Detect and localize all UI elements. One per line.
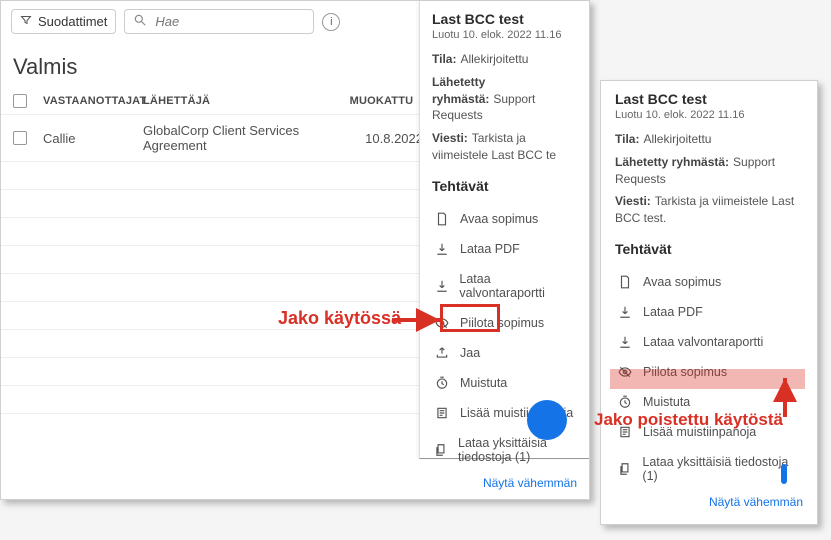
search-icon (133, 13, 147, 30)
row-modified: 10.8.2022 (353, 131, 423, 146)
download-icon (434, 279, 449, 293)
status-line: Tila:Allekirjoitettu (432, 51, 577, 68)
clock-icon (617, 395, 633, 409)
detail-panel-with-share: Last BCC test Luotu 10. elok. 2022 11.16… (419, 1, 589, 459)
row-checkbox[interactable] (13, 131, 27, 145)
header-sender[interactable]: LÄHETTÄJÄ (143, 95, 353, 107)
group-line: Lähetetty ryhmästä:Support Requests (432, 74, 577, 124)
select-all-checkbox[interactable] (13, 94, 27, 108)
clock-icon (434, 376, 450, 390)
task-download-pdf[interactable]: Lataa PDF (432, 234, 577, 264)
panel-title: Last BCC test (615, 91, 803, 107)
document-icon (617, 275, 633, 289)
filters-label: Suodattimet (38, 14, 107, 29)
detail-panel-without-share: Last BCC test Luotu 10. elok. 2022 11.16… (600, 80, 818, 525)
status-line: Tila:Allekirjoitettu (615, 131, 803, 148)
search-input[interactable] (153, 13, 293, 30)
task-remind[interactable]: Muistuta (432, 368, 577, 398)
panel-created: Luotu 10. elok. 2022 11.16 (615, 109, 803, 121)
download-icon (617, 305, 633, 319)
main-window: Suodattimet i Valmis VASTAANOTTAJAT LÄHE… (0, 0, 590, 500)
eye-off-icon (617, 365, 633, 379)
files-icon (617, 462, 632, 476)
files-icon (434, 443, 448, 457)
info-icon[interactable]: i (322, 13, 340, 31)
download-icon (617, 335, 633, 349)
tasks-heading: Tehtävät (615, 241, 803, 257)
task-hide-agreement[interactable]: Piilota sopimus (432, 308, 577, 338)
filter-icon (20, 14, 32, 29)
show-less-link[interactable]: Näytä vähemmän (432, 472, 577, 494)
note-icon (434, 406, 450, 420)
task-download-audit[interactable]: Lataa valvontaraportti (432, 264, 577, 308)
annotation-share-disabled: Jako poistettu käytöstä (594, 410, 783, 430)
scrollbar-indicator[interactable] (781, 464, 787, 484)
help-fab[interactable] (527, 400, 567, 440)
task-hide-agreement[interactable]: Piilota sopimus (615, 357, 803, 387)
task-open-agreement[interactable]: Avaa sopimus (615, 267, 803, 297)
document-icon (434, 212, 450, 226)
group-line: Lähetetty ryhmästä:Support Requests (615, 154, 803, 188)
task-share[interactable]: Jaa (432, 338, 577, 368)
eye-off-icon (434, 316, 450, 330)
row-recipient: Callie (43, 131, 143, 146)
task-download-files[interactable]: Lataa yksittäisiä tiedostoja (1) (615, 447, 803, 491)
show-less-link[interactable]: Näytä vähemmän (615, 491, 803, 513)
search-box[interactable] (124, 9, 314, 34)
panel-created: Luotu 10. elok. 2022 11.16 (432, 29, 577, 41)
header-recipients[interactable]: VASTAANOTTAJAT (43, 95, 143, 107)
task-download-audit[interactable]: Lataa valvontaraportti (615, 327, 803, 357)
task-download-pdf[interactable]: Lataa PDF (615, 297, 803, 327)
download-icon (434, 242, 450, 256)
message-line: Viesti:Tarkista ja viimeistele Last BCC … (432, 130, 577, 164)
message-line: Viesti:Tarkista ja viimeistele Last BCC … (615, 193, 803, 227)
task-open-agreement[interactable]: Avaa sopimus (432, 204, 577, 234)
panel-title: Last BCC test (432, 11, 577, 27)
filters-button[interactable]: Suodattimet (11, 9, 116, 34)
share-icon (434, 346, 450, 360)
row-sender: GlobalCorp Client Services Agreement (143, 123, 353, 153)
header-modified[interactable]: MUOKATTU ↓ (353, 95, 423, 107)
tasks-heading: Tehtävät (432, 178, 577, 194)
annotation-share-enabled: Jako käytössä (278, 308, 401, 329)
